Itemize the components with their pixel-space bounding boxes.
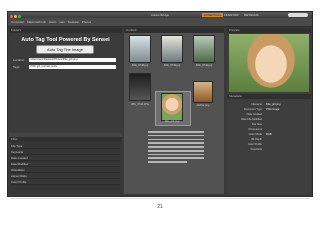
metadata-value: RGB: [266, 133, 272, 136]
breadcrumb-item[interactable]: Macintosh HD: [27, 20, 46, 24]
metadata-key: Date Created: [246, 113, 262, 116]
tags-field[interactable]: child, girl, portrait, smile: [29, 65, 116, 69]
page-number: 21: [157, 204, 163, 210]
filter-row[interactable]: Keywords: [11, 150, 120, 155]
thumbnail-label: little_girl.png: [164, 120, 180, 123]
metadata-value: PNG image: [266, 108, 280, 111]
metadata-row: Color Mode RGB: [228, 133, 310, 137]
breadcrumb-item[interactable]: Photos: [82, 20, 91, 24]
auto-tag-button[interactable]: Auto Tag The Image: [36, 45, 94, 54]
thumbnail-label: IMG_0741.JPG: [131, 103, 149, 106]
plugin-title: Auto Tag Tool Powered By Sensei: [21, 37, 110, 43]
search-input[interactable]: [288, 13, 308, 17]
filter-row-label: Date Created: [11, 156, 28, 160]
filter-row-label: Keywords: [11, 150, 24, 154]
filter-row-label: Orientation: [11, 168, 25, 172]
thumbnail[interactable]: [130, 36, 150, 62]
filter-row-label: Color Profile: [11, 180, 27, 184]
metadata-key: Dimensions: [248, 128, 262, 131]
metadata-row: Date File Modified: [228, 118, 310, 122]
metadata-row: Keywords: [228, 148, 310, 152]
breadcrumb: Computer Macintosh HD Users sam Desktop …: [11, 18, 93, 26]
filter-panel: File Type Keywords Date Created Date Mod…: [9, 142, 122, 194]
metadata-row: Color Profile: [228, 143, 310, 147]
thumbnail-label: IMG_0740.jpg: [195, 64, 213, 67]
workspace-metadata[interactable]: METADATA: [242, 13, 261, 17]
panel-tab-metadata[interactable]: Metadata: [227, 94, 311, 99]
page-divider: [10, 198, 310, 199]
tags-label: Tags: [13, 65, 20, 69]
metadata-key: Color Mode: [248, 133, 262, 136]
breadcrumb-item[interactable]: Computer: [11, 20, 24, 24]
breadcrumb-item[interactable]: Desktop: [68, 20, 79, 24]
metadata-key: Filename: [251, 103, 262, 106]
metadata-value: little_girl.png: [266, 103, 281, 106]
breadcrumb-item[interactable]: Users: [49, 20, 57, 24]
location-label: Location: [13, 58, 25, 62]
thumbnail-label: IMG_0738.jpg: [131, 64, 149, 67]
panel-tab-content[interactable]: Content: [124, 28, 224, 33]
filter-row[interactable]: Orientation: [11, 168, 120, 173]
metadata-row: Date Created: [228, 113, 310, 117]
metadata-row: File Size: [228, 123, 310, 127]
filter-row-label: Date Modified: [11, 162, 29, 166]
metadata-row: Bit Depth: [228, 138, 310, 142]
breadcrumb-item[interactable]: sam: [59, 20, 65, 24]
filter-row-label: File Type: [11, 144, 23, 148]
filter-row[interactable]: Date Modified: [11, 162, 120, 167]
thumbnail[interactable]: [162, 36, 182, 62]
filter-row[interactable]: Color Profile: [11, 180, 120, 185]
thumbnail[interactable]: [194, 36, 214, 62]
thumbnail-label: IMG_0739.jpg: [163, 64, 181, 67]
filter-row-label: Aspect Ratio: [11, 174, 27, 178]
path-bar: Computer Macintosh HD Users sam Desktop …: [8, 18, 312, 27]
location-field[interactable]: /Users/sam/Desktop/Photos/little_girl.pn…: [29, 58, 116, 62]
thumbnail[interactable]: [162, 94, 182, 120]
thumbnail-label: pitcher.png: [196, 104, 210, 107]
metadata-key: File Size: [252, 123, 262, 126]
metadata-key: Bit Depth: [251, 138, 262, 141]
panel-tab-preview[interactable]: Preview: [227, 28, 311, 33]
workspace-essentials[interactable]: ESSENTIALS: [202, 13, 224, 17]
filter-row[interactable]: File Type: [11, 144, 120, 149]
metadata-key: Date File Modified: [241, 118, 262, 121]
metadata-row: Document Type PNG image: [228, 108, 310, 112]
filter-row[interactable]: Date Created: [11, 156, 120, 161]
auto-tag-plugin-panel: Auto Tag Tool Powered By Sensei Auto Tag…: [9, 33, 122, 133]
metadata-key: Color Profile: [247, 143, 262, 146]
content-text-block: [148, 131, 204, 171]
thumbnail[interactable]: [194, 82, 212, 102]
app-window: Adobe Bridge ESSENTIALS FILMSTRIP METADA…: [8, 12, 312, 196]
metadata-key: Keywords: [250, 148, 262, 151]
filter-row[interactable]: Aspect Ratio: [11, 174, 120, 179]
preview-image: [229, 34, 309, 92]
metadata-row: Dimensions: [228, 128, 310, 132]
workspace-filmstrip[interactable]: FILMSTRIP: [222, 13, 241, 17]
metadata-key: Document Type: [243, 108, 262, 111]
thumbnail[interactable]: [130, 74, 150, 100]
metadata-row: Filename little_girl.png: [228, 103, 310, 107]
